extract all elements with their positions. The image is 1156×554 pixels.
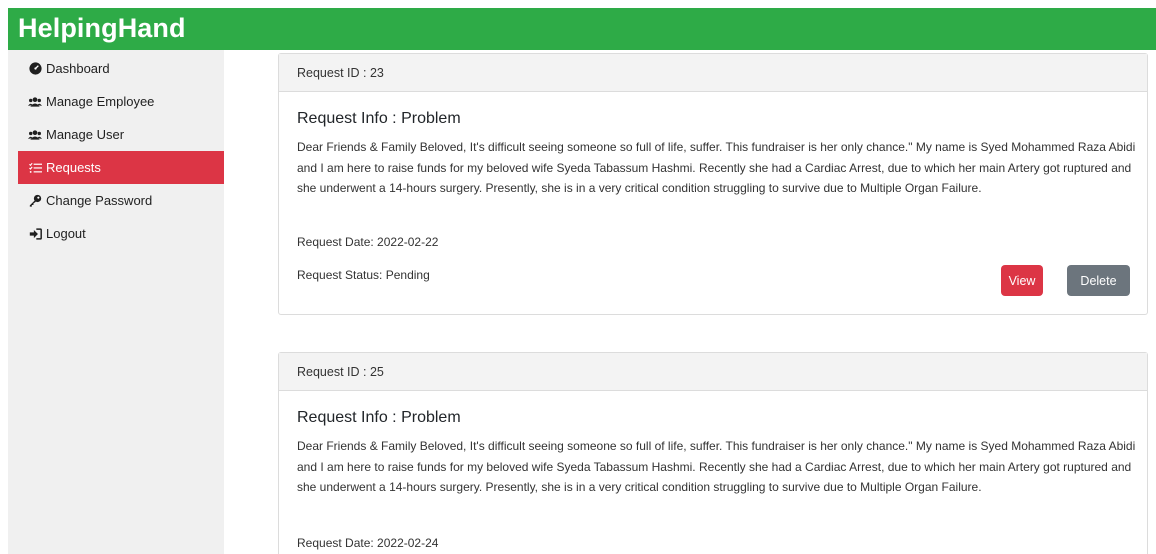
request-date: Request Date: 2022-02-22 [297,235,439,249]
sidebar-item-dashboard[interactable]: Dashboard [18,52,224,85]
sidebar-item-label: Requests [46,160,101,175]
sidebar-item-label: Change Password [46,193,153,208]
users-icon [28,128,42,142]
request-id-header: Request ID : 25 [279,353,1147,391]
request-card: Request ID : 23 Request Info : Problem D… [278,53,1148,315]
request-id-header: Request ID : 23 [279,54,1147,92]
sidebar-item-manage-employee[interactable]: Manage Employee [18,85,224,118]
request-description: Dear Friends & Family Beloved, It's diff… [297,439,1136,494]
sidebar-item-manage-user[interactable]: Manage User [18,118,224,151]
brand-logo[interactable]: HelpingHand [18,13,186,44]
request-status: Request Status: Pending [297,268,430,282]
logout-icon [28,227,42,241]
sidebar-item-label: Logout [46,226,86,241]
key-icon [28,194,42,208]
sidebar-item-change-password[interactable]: Change Password [18,184,224,217]
delete-button[interactable]: Delete [1067,265,1130,296]
request-date: Request Date: 2022-02-24 [297,536,439,550]
sidebar-item-label: Manage User [46,127,125,142]
users-icon [28,95,42,109]
request-title: Request Info : Problem [297,409,461,426]
request-description: Dear Friends & Family Beloved, It's diff… [297,140,1136,195]
sidebar: Dashboard Manage Employee Manage User Re… [8,50,224,554]
request-title: Request Info : Problem [297,110,461,127]
top-navbar: HelpingHand [8,8,1156,50]
view-button[interactable]: View [1001,265,1043,296]
dashboard-icon [28,62,42,76]
sidebar-item-logout[interactable]: Logout [18,217,224,250]
sidebar-item-label: Dashboard [46,61,110,76]
sidebar-item-label: Manage Employee [46,94,155,109]
sidebar-item-requests[interactable]: Requests [18,151,224,184]
list-check-icon [28,161,42,175]
request-card: Request ID : 25 Request Info : Problem D… [278,352,1148,554]
